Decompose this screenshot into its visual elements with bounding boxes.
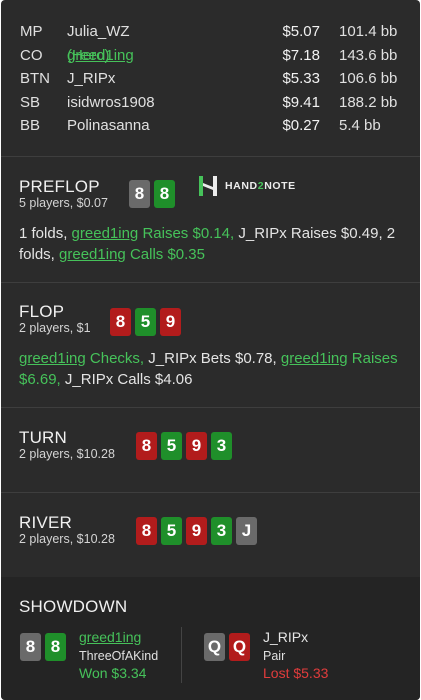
action-text: 1 folds,	[19, 225, 68, 242]
villain-hand-rank: Pair	[263, 649, 286, 663]
showdown-divider	[181, 627, 182, 683]
hand2note-logo: HAND2NOTE	[198, 176, 296, 196]
playing-card: 8	[136, 432, 157, 460]
villain-name: J_RIPx	[263, 629, 309, 645]
playing-card: 9	[160, 308, 181, 336]
preflop-actions: 1 folds, greed1ing Raises $0.14, J_RIPx …	[19, 223, 406, 265]
street-title: FLOP	[19, 302, 65, 321]
hero-action: Raises	[351, 350, 398, 367]
players-table: MP Julia_WZ $5.07 101.4 bb CO greed1ing …	[1, 0, 420, 156]
player-name: J_RIPx	[148, 350, 197, 367]
showdown-section: SHOWDOWN 8 8 greed1ing ThreeOfAKind Won …	[1, 577, 420, 700]
player-row: SB isidwros1908 $9.41 188.2 bb	[1, 91, 420, 115]
logo-text-part: HAND	[225, 180, 258, 192]
action-text: Bets $0.78,	[200, 350, 277, 367]
playing-card: 8	[20, 633, 41, 661]
player-position: SB	[20, 93, 41, 111]
hero-name-link[interactable]: greed1ing	[79, 629, 141, 645]
divider	[1, 156, 420, 157]
hero-result: Won $3.34	[79, 665, 147, 681]
playing-card: 3	[211, 517, 232, 545]
street-summary: 5 players, $0.07	[19, 196, 108, 210]
board-cards: 8 5 9 3 J	[136, 517, 257, 545]
player-name[interactable]: Polinasanna	[67, 114, 150, 137]
hero-name-link[interactable]: greed1ing	[72, 225, 139, 242]
playing-card: J	[236, 517, 257, 545]
player-position: BB	[20, 117, 41, 134]
playing-card: 9	[186, 432, 207, 460]
player-stack-bb: 101.4 bb	[339, 23, 398, 40]
action-text: Raises $0.49,	[290, 225, 383, 242]
street-summary: 2 players, $10.28	[19, 532, 115, 546]
player-stack: $9.41	[282, 93, 320, 111]
playing-card: 8	[136, 517, 157, 545]
player-stack: $0.27	[282, 117, 320, 134]
player-row: BTN J_RIPx $5.33 106.6 bb	[1, 67, 420, 91]
divider	[1, 492, 420, 493]
street-title: TURN	[19, 428, 68, 447]
player-stack: $5.33	[282, 70, 320, 87]
hero-name-link[interactable]: greed1ing	[281, 350, 348, 367]
hero-action: $6.69,	[19, 371, 61, 388]
flop-actions: greed1ing Checks, J_RIPx Bets $0.78, gre…	[19, 348, 406, 390]
board-cards: 8 5 9 3	[136, 432, 232, 460]
playing-card: 5	[161, 517, 182, 545]
hand-history-panel: MP Julia_WZ $5.07 101.4 bb CO greed1ing …	[1, 0, 420, 700]
playing-card: 8	[154, 180, 175, 208]
playing-card: 5	[135, 308, 156, 336]
playing-card: 8	[110, 308, 131, 336]
hero-suffix: (Hero)	[67, 46, 110, 64]
hero-name-link[interactable]: greed1ing	[19, 350, 86, 367]
action-text: Calls $4.06	[117, 371, 193, 388]
street-title: SHOWDOWN	[19, 597, 128, 616]
hand2note-logo-text: HAND2NOTE	[225, 180, 296, 192]
player-name: J_RIPx	[238, 225, 287, 242]
logo-text-part: NOTE	[264, 180, 296, 192]
playing-card: 3	[211, 432, 232, 460]
player-name: J_RIPx	[64, 371, 114, 388]
player-row-hero: CO greed1ing (Hero) $7.18 143.6 bb	[1, 44, 420, 68]
player-stack-bb: 5.4 bb	[339, 117, 381, 134]
playing-card: Q	[204, 633, 225, 661]
street-title: RIVER	[19, 513, 72, 532]
hero-action: Calls $0.35	[129, 246, 205, 263]
hero-action: Checks,	[89, 350, 145, 367]
street-summary: 2 players, $1	[19, 321, 91, 335]
player-stack: $5.07	[282, 23, 320, 40]
playing-card: 5	[161, 432, 182, 460]
player-name[interactable]: isidwros1908	[67, 91, 155, 114]
player-stack-bb: 106.6 bb	[339, 70, 398, 87]
player-stack-bb: 143.6 bb	[339, 46, 398, 64]
playing-card: 8	[129, 180, 150, 208]
player-name[interactable]: J_RIPx	[67, 67, 115, 90]
playing-card: Q	[229, 633, 250, 661]
player-position: BTN	[20, 70, 50, 87]
hero-hole-cards: 8 8	[129, 180, 175, 208]
divider	[1, 407, 420, 408]
player-name[interactable]: Julia_WZ	[67, 20, 130, 43]
player-position: CO	[20, 46, 43, 64]
player-stack: $7.18	[282, 46, 320, 64]
hand2note-logo-icon	[199, 176, 217, 196]
hero-action: Raises $0.14,	[142, 225, 235, 242]
player-row: BB Polinasanna $0.27 5.4 bb	[1, 114, 420, 138]
hero-hand-rank: ThreeOfAKind	[79, 649, 159, 663]
hero-showdown-cards: 8 8	[20, 633, 66, 661]
hero-name-link[interactable]: greed1ing	[59, 246, 126, 263]
player-stack-bb: 188.2 bb	[339, 93, 398, 111]
player-position: MP	[20, 23, 43, 40]
board-cards: 8 5 9	[110, 308, 181, 336]
player-row: MP Julia_WZ $5.07 101.4 bb	[1, 20, 420, 44]
playing-card: 9	[186, 517, 207, 545]
playing-card: 8	[45, 633, 66, 661]
street-title: PREFLOP	[19, 177, 100, 196]
divider	[1, 282, 420, 283]
villain-showdown-cards: Q Q	[204, 633, 250, 661]
street-summary: 2 players, $10.28	[19, 447, 115, 461]
villain-result: Lost $5.33	[263, 665, 329, 681]
